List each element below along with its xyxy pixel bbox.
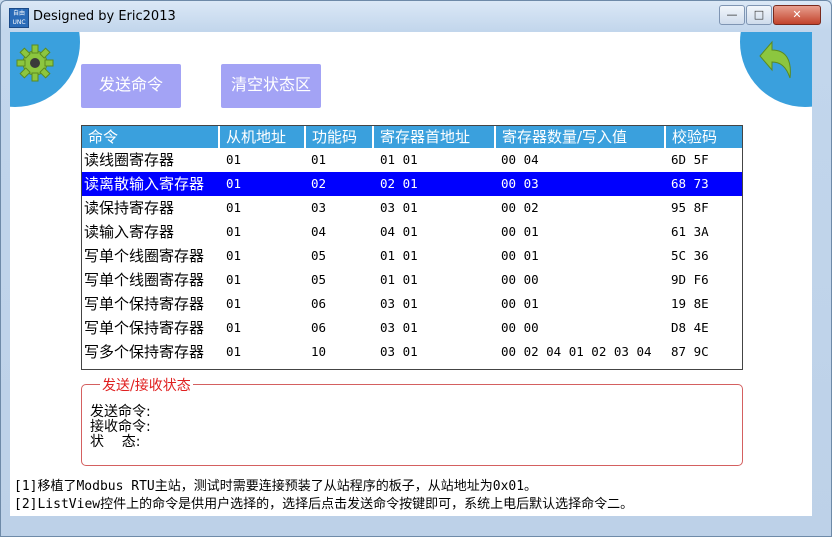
cell-function-code: 10 [311, 344, 327, 359]
maximize-button[interactable]: □ [746, 5, 772, 25]
cell-checksum: 9D F6 [671, 272, 709, 287]
cell-register-start: 01 01 [380, 272, 418, 287]
cell-register-start: 02 01 [380, 176, 418, 191]
cell-command: 写单个线圈寄存器 [84, 247, 205, 265]
table-row[interactable]: 写单个线圈寄存器 01 05 01 01 00 01 5C 36 [82, 244, 742, 268]
state-label: 状 态: [90, 434, 141, 450]
gear-icon[interactable] [16, 44, 54, 82]
cell-command: 写多个保持寄存器 [84, 343, 205, 361]
send-command-button[interactable]: 发送命令 [81, 64, 181, 108]
clear-status-button[interactable]: 清空状态区 [221, 64, 321, 108]
cell-register-start: 03 01 [380, 200, 418, 215]
cell-register-count: 00 02 [501, 200, 539, 215]
status-legend: 发送/接收状态 [100, 375, 193, 395]
cell-register-count: 00 04 [501, 152, 539, 167]
cell-register-count: 00 01 [501, 296, 539, 311]
cell-checksum: D8 4E [671, 320, 709, 335]
cell-function-code: 03 [311, 200, 327, 215]
send-command-label: 发送命令: [90, 404, 151, 420]
command-listview[interactable]: 命令 从机地址 功能码 寄存器首地址 寄存器数量/写入值 校验码 读线圈寄存器 … [81, 125, 743, 370]
cell-checksum: 95 8F [671, 200, 709, 215]
table-row[interactable]: 读线圈寄存器 01 01 01 01 00 04 6D 5F [82, 148, 742, 172]
cell-register-start: 03 01 [380, 344, 418, 359]
table-row[interactable]: 写单个保持寄存器 01 06 03 01 00 00 D8 4E [82, 316, 742, 340]
cell-register-start: 04 01 [380, 224, 418, 239]
cell-checksum: 87 9C [671, 344, 709, 359]
cell-function-code: 05 [311, 248, 327, 263]
app-window: 自由 UNC Designed by Eric2013 — □ ✕ 发送命令 清… [0, 0, 832, 537]
table-row[interactable]: 写多个保持寄存器 01 10 03 01 00 02 04 01 02 03 0… [82, 340, 742, 364]
title-bar[interactable]: 自由 UNC Designed by Eric2013 — □ ✕ [1, 1, 831, 33]
cell-command: 写单个线圈寄存器 [84, 271, 205, 289]
client-area: 发送命令 清空状态区 命令 从机地址 功能码 寄存器首地址 寄存器数量/写入值 … [10, 32, 812, 516]
cell-command: 写单个保持寄存器 [84, 295, 205, 313]
cell-checksum: 19 8E [671, 296, 709, 311]
minimize-icon: — [726, 8, 738, 21]
column-header-register-start[interactable]: 寄存器首地址 [374, 126, 496, 148]
cell-slave-address: 01 [226, 296, 242, 311]
cell-function-code: 06 [311, 320, 327, 335]
minimize-button[interactable]: — [719, 5, 745, 25]
cell-checksum: 61 3A [671, 224, 709, 239]
cell-slave-address: 01 [226, 176, 242, 191]
receive-command-label: 接收命令: [90, 419, 151, 435]
cell-slave-address: 01 [226, 200, 242, 215]
cell-checksum: 6D 5F [671, 152, 709, 167]
cell-command: 读输入寄存器 [84, 223, 175, 241]
cell-slave-address: 01 [226, 320, 242, 335]
cell-register-start: 01 01 [380, 152, 418, 167]
cell-command: 读线圈寄存器 [84, 151, 175, 169]
table-row[interactable]: 读保持寄存器 01 03 03 01 00 02 95 8F [82, 196, 742, 220]
column-header-slave-address[interactable]: 从机地址 [220, 126, 306, 148]
app-icon: 自由 UNC [9, 8, 29, 28]
note-line-1: [1]移植了Modbus RTU主站，测试时需要连接预装了从站程序的板子，从站地… [14, 479, 538, 494]
cell-register-start: 03 01 [380, 320, 418, 335]
cell-register-count: 00 02 04 01 02 03 04 [501, 344, 652, 359]
cell-function-code: 01 [311, 152, 327, 167]
cell-function-code: 02 [311, 176, 327, 191]
cell-command: 写单个保持寄存器 [84, 319, 205, 337]
column-header-function-code[interactable]: 功能码 [306, 126, 374, 148]
status-group: 发送/接收状态 发送命令: 接收命令: 状 态: [81, 375, 743, 466]
cell-function-code: 06 [311, 296, 327, 311]
cell-slave-address: 01 [226, 272, 242, 287]
cell-register-count: 00 03 [501, 176, 539, 191]
maximize-icon: □ [753, 8, 765, 21]
cell-function-code: 05 [311, 272, 327, 287]
note-line-2: [2]ListView控件上的命令是供用户选择的，选择后点击发送命令按键即可，系… [14, 497, 634, 512]
cell-slave-address: 01 [226, 248, 242, 263]
cell-register-start: 01 01 [380, 248, 418, 263]
cell-checksum: 5C 36 [671, 248, 709, 263]
cell-register-start: 03 01 [380, 296, 418, 311]
cell-register-count: 00 00 [501, 272, 539, 287]
column-header-register-count[interactable]: 寄存器数量/写入值 [496, 126, 666, 148]
column-header-checksum[interactable]: 校验码 [666, 126, 742, 148]
cell-command: 读离散输入寄存器 [84, 175, 205, 193]
cell-slave-address: 01 [226, 152, 242, 167]
cell-register-count: 00 01 [501, 224, 539, 239]
cell-slave-address: 01 [226, 224, 242, 239]
cell-function-code: 04 [311, 224, 327, 239]
cell-register-count: 00 01 [501, 248, 539, 263]
table-row[interactable]: 写单个保持寄存器 01 06 03 01 00 01 19 8E [82, 292, 742, 316]
table-row-selected[interactable]: 读离散输入寄存器 01 02 02 01 00 03 68 73 [82, 172, 742, 196]
table-row[interactable]: 读输入寄存器 01 04 04 01 00 01 61 3A [82, 220, 742, 244]
column-header-command[interactable]: 命令 [82, 126, 220, 148]
cell-checksum: 68 73 [671, 176, 709, 191]
back-arrow-icon[interactable] [756, 38, 796, 88]
window-title: Designed by Eric2013 [33, 9, 176, 24]
cell-command: 读保持寄存器 [84, 199, 175, 217]
close-button[interactable]: ✕ [773, 5, 821, 25]
cell-slave-address: 01 [226, 344, 242, 359]
listview-header: 命令 从机地址 功能码 寄存器首地址 寄存器数量/写入值 校验码 [82, 126, 742, 148]
table-row[interactable]: 写单个线圈寄存器 01 05 01 01 00 00 9D F6 [82, 268, 742, 292]
close-icon: ✕ [792, 8, 802, 21]
cell-register-count: 00 00 [501, 320, 539, 335]
